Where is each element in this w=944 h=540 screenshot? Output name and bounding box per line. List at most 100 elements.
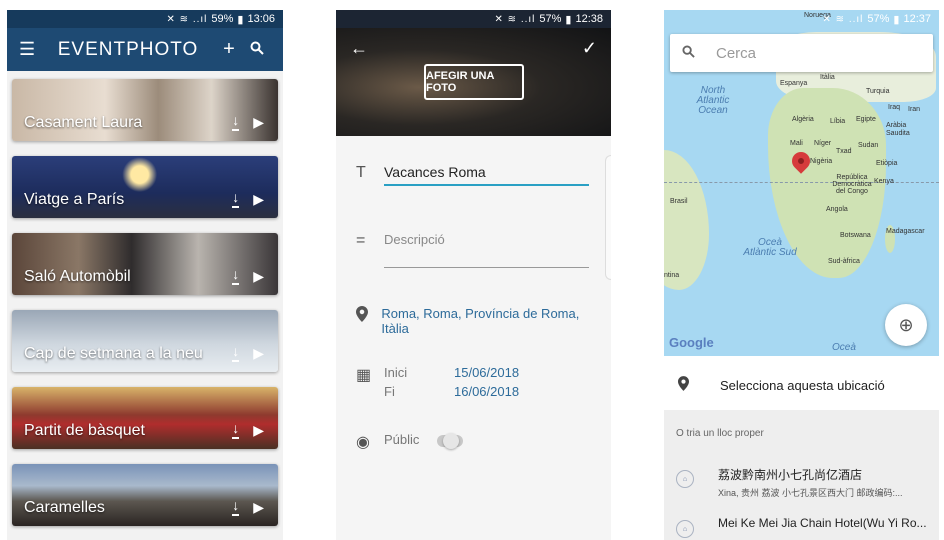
public-toggle[interactable] <box>437 433 464 449</box>
download-icon[interactable]: ↓ <box>232 344 240 362</box>
search-icon[interactable] <box>243 38 271 61</box>
nearby-place-item[interactable]: ⌂ 荔波黔南州小七孔尚亿酒店 Xina, 贵州 荔波 小七孔景区西大门 邮政编码… <box>664 458 939 508</box>
map-label: Sudan <box>858 142 879 149</box>
nearby-place-item[interactable]: ⌂ Mei Ke Mei Jia Chain Hotel(Wu Yi Ro... <box>664 508 939 540</box>
status-bar: ✕ ≋ ..ıl 57% ▮ 12:38 <box>336 10 611 28</box>
map-label: Mali <box>790 140 803 147</box>
map-label: Espanya <box>780 80 808 87</box>
map-label: Kenya <box>874 178 894 185</box>
location-text: Roma, Roma, Província de Roma, Itàlia <box>381 306 580 336</box>
my-location-button[interactable]: ⊕ <box>885 304 927 346</box>
status-bar: ✕ ≋ ..ıl 59% ▮ 13:06 <box>7 10 283 28</box>
event-title: Viatge a París <box>24 191 125 208</box>
search-icon <box>682 45 716 61</box>
event-list: Casament Laura ↓ ▶ Viatge a París ↓ ▶ Saló… <box>7 71 283 526</box>
event-title: Cap de setmana a la neu <box>24 345 203 362</box>
google-logo: Google <box>669 335 714 350</box>
cover-photo-area: ← ✓ AFEGIR UNA FOTO <box>336 28 611 136</box>
map-label: Angola <box>826 206 848 213</box>
new-event-screen: ✕ ≋ ..ıl 57% ▮ 12:38 ← ✓ AFEGIR UNA FOTO… <box>336 10 611 540</box>
name-row: T Vacances Roma <box>356 164 589 186</box>
clock: 12:37 <box>903 13 931 25</box>
download-icon[interactable]: ↓ <box>232 267 240 285</box>
map-label: Aràbia Saudita <box>886 122 910 137</box>
select-location-label: Selecciona aquesta ubicació <box>720 377 885 393</box>
signal-icons: ✕ ≋ ..ıl <box>494 13 536 25</box>
event-card[interactable]: Cap de setmana a la neu ↓ ▶ <box>12 310 278 372</box>
place-name: 荔波黔南州小七孔尚亿酒店 <box>718 468 863 482</box>
clock: 13:06 <box>247 13 275 25</box>
start-date[interactable]: 15/06/2018 <box>454 365 519 380</box>
public-row: ◉ Públic <box>356 432 589 452</box>
map-label: Txad <box>836 148 852 155</box>
text-icon: T <box>356 164 366 181</box>
event-card[interactable]: Partit de bàsquet ↓ ▶ <box>12 387 278 449</box>
description-field[interactable]: Descripció <box>384 232 589 268</box>
ocean-label: Oceà Atlàntic Sud <box>743 237 797 258</box>
event-title: Casament Laura <box>24 114 143 131</box>
events-list-screen: ✕ ≋ ..ıl 59% ▮ 13:06 ☰ EVENTPHOTO + Casa… <box>7 10 283 540</box>
map-label: Sud-àfrica <box>828 258 860 265</box>
location-pin-icon <box>356 306 381 327</box>
play-icon[interactable]: ▶ <box>253 499 264 516</box>
play-icon[interactable]: ▶ <box>253 114 264 131</box>
end-label: Fi <box>384 384 395 399</box>
map-label: Itàlia <box>820 74 835 81</box>
download-icon[interactable]: ↓ <box>232 190 240 208</box>
event-card[interactable]: Viatge a París ↓ ▶ <box>12 156 278 218</box>
location-pin-icon <box>678 375 720 395</box>
place-address: Xina, 贵州 荔波 小七孔景区西大门 邮政编码:... <box>718 488 903 498</box>
description-icon: = <box>356 232 366 249</box>
map-label: Nigèria <box>810 158 833 165</box>
side-panel-edge <box>605 155 611 280</box>
event-card[interactable]: Caramelles ↓ ▶ <box>12 464 278 526</box>
play-icon[interactable]: ▶ <box>253 345 264 362</box>
ocean-label: Oceà <box>832 342 856 353</box>
search-input[interactable]: Cerca <box>716 45 756 62</box>
map-label: República Democràtica del Congo <box>832 174 872 195</box>
description-placeholder: Descripció <box>384 232 445 247</box>
search-bar[interactable]: Cerca <box>670 34 933 72</box>
map-label: Egipte <box>856 116 876 123</box>
name-field[interactable]: Vacances Roma <box>384 164 589 186</box>
nearby-header: O tria un lloc proper <box>676 428 764 439</box>
place-name: Mei Ke Mei Jia Chain Hotel(Wu Yi Ro... <box>718 516 927 530</box>
dates-row: ▦ Inici 15/06/2018 Fi 16/06/2018 <box>356 365 589 399</box>
back-arrow-icon[interactable]: ← <box>350 38 368 59</box>
battery-level: 59% <box>211 13 234 25</box>
globe-icon: ◉ <box>356 434 370 451</box>
map-label: Madagascar <box>886 228 925 235</box>
map-label: Etiòpia <box>876 160 898 167</box>
map-label: Brasil <box>670 198 688 205</box>
select-location-row[interactable]: Selecciona aquesta ubicació <box>664 362 939 408</box>
location-row[interactable]: Roma, Roma, Província de Roma, Itàlia <box>356 306 589 336</box>
add-icon[interactable]: + <box>215 38 243 61</box>
download-icon[interactable]: ↓ <box>232 113 240 131</box>
map-label: Líbia <box>830 118 846 125</box>
map-label: Turquia <box>866 88 890 95</box>
map-label: Níger <box>814 140 832 147</box>
map-label: ntina <box>664 272 680 279</box>
event-card[interactable]: Casament Laura ↓ ▶ <box>12 79 278 141</box>
battery-icon: ▮ <box>893 13 900 26</box>
ocean-label: North Atlantic Ocean <box>696 85 730 116</box>
download-icon[interactable]: ↓ <box>232 498 240 516</box>
menu-icon[interactable]: ☰ <box>19 39 41 60</box>
hotel-icon: ⌂ <box>676 520 694 538</box>
nearby-places-section: O tria un lloc proper ⌂ 荔波黔南州小七孔尚亿酒店 Xin… <box>664 410 939 540</box>
play-icon[interactable]: ▶ <box>253 191 264 208</box>
event-card[interactable]: Saló Automòbil ↓ ▶ <box>12 233 278 295</box>
battery-icon: ▮ <box>565 13 572 26</box>
play-icon[interactable]: ▶ <box>253 268 264 285</box>
play-icon[interactable]: ▶ <box>253 422 264 439</box>
app-title: EVENTPHOTO <box>57 38 199 60</box>
download-icon[interactable]: ↓ <box>232 421 240 439</box>
confirm-check-icon[interactable]: ✓ <box>582 38 597 59</box>
map-label: Iran <box>908 106 921 113</box>
map-label: Algèria <box>792 116 814 123</box>
status-bar: ✕ ≋ ..ıl 57% ▮ 12:37 <box>664 10 939 28</box>
end-date[interactable]: 16/06/2018 <box>454 384 519 399</box>
add-photo-button[interactable]: AFEGIR UNA FOTO <box>424 64 524 100</box>
app-bar: ☰ EVENTPHOTO + <box>7 28 283 71</box>
clock: 12:38 <box>575 13 603 25</box>
